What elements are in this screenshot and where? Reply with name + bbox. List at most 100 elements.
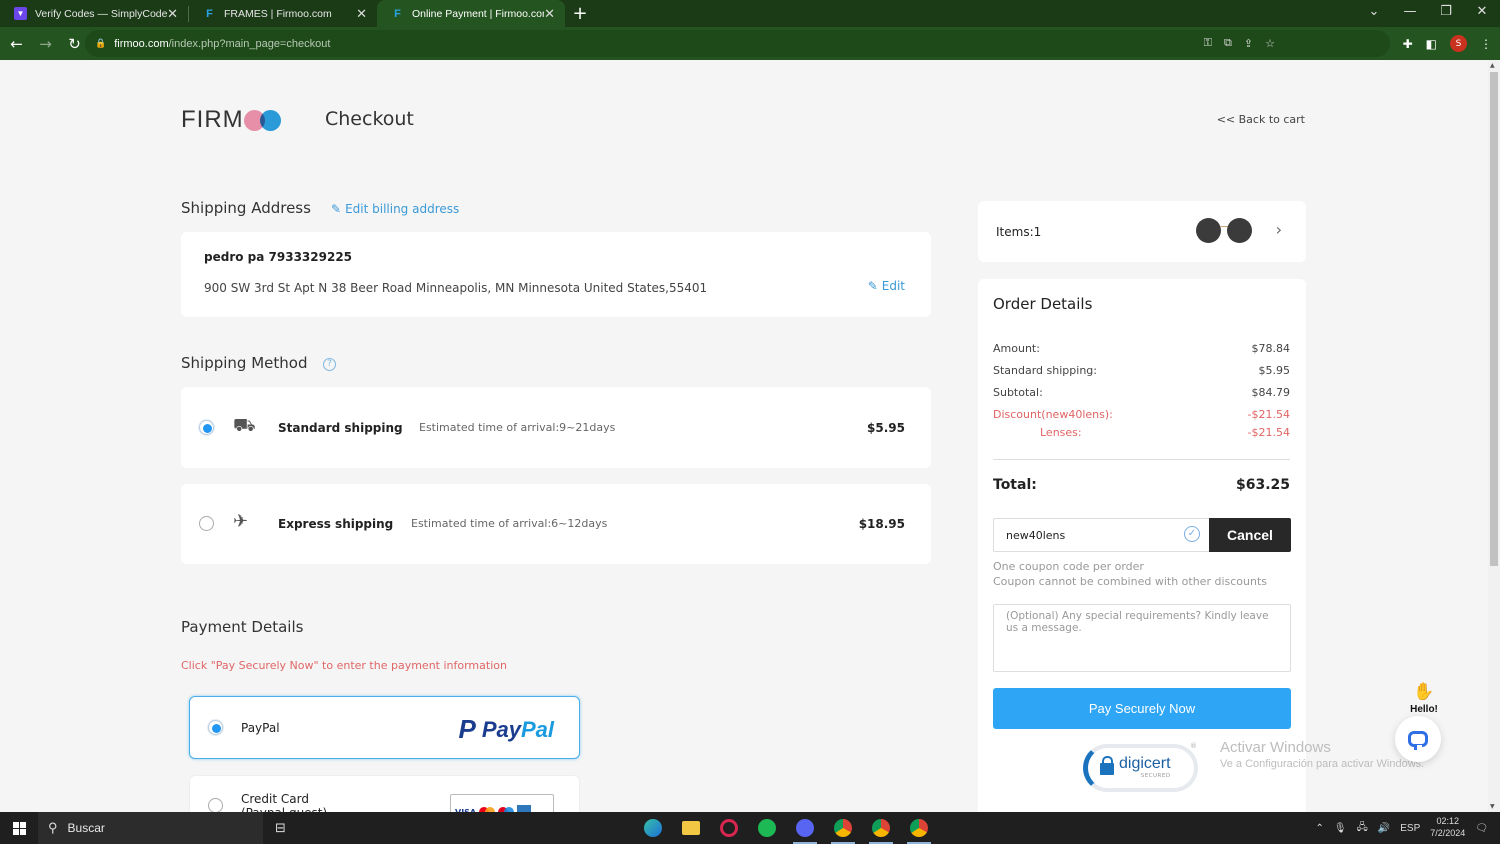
summary-row-lenses: Lenses: -$21.54 xyxy=(993,426,1290,439)
chrome-app-1[interactable] xyxy=(827,812,859,844)
help-icon[interactable]: ? xyxy=(323,358,336,371)
language-indicator[interactable]: ESP xyxy=(1400,823,1420,834)
tab-online-payment[interactable]: F Online Payment | Firmoo.com ✕ xyxy=(377,0,565,27)
page-title: Checkout xyxy=(325,108,414,130)
edge-app[interactable] xyxy=(637,812,669,844)
notifications-icon[interactable]: 🗨 xyxy=(1475,823,1488,834)
row-label: Standard shipping: xyxy=(993,364,1097,377)
chat-greeting: ✋ Hello! xyxy=(1404,682,1444,715)
firmoo-logo[interactable]: FIRM xyxy=(181,106,281,134)
close-tab-icon[interactable]: ✕ xyxy=(544,6,555,22)
volume-icon[interactable]: 🔊 xyxy=(1378,823,1390,834)
registered-icon: ® xyxy=(1190,742,1197,750)
standard-shipping-radio[interactable] xyxy=(199,420,214,435)
forward-icon[interactable]: → xyxy=(33,35,58,53)
extensions-icon[interactable]: ✚ xyxy=(1403,37,1413,51)
lens-right xyxy=(1227,218,1252,243)
tab-frames[interactable]: F FRAMES | Firmoo.com ✕ xyxy=(189,0,377,27)
share-icon[interactable]: ⇪ xyxy=(1244,37,1253,50)
chrome-icon xyxy=(872,819,890,837)
shipping-option-express[interactable]: ✈ Express shipping Estimated time of arr… xyxy=(181,484,931,564)
close-window-button[interactable]: ✕ xyxy=(1464,0,1500,27)
items-card[interactable]: Items:1 › xyxy=(978,201,1306,262)
file-explorer-app[interactable] xyxy=(675,812,707,844)
message-textarea[interactable] xyxy=(993,604,1291,672)
summary-row-shipping: Standard shipping: $5.95 xyxy=(993,364,1290,377)
scrollbar-thumb[interactable] xyxy=(1490,72,1498,566)
tab-simplycodes[interactable]: ▼ Verify Codes — SimplyCodes ✕ xyxy=(0,0,188,27)
chat-launcher-button[interactable] xyxy=(1395,716,1441,762)
scroll-up-arrow[interactable]: ▲ xyxy=(1490,62,1495,69)
profile-avatar[interactable]: S xyxy=(1450,35,1467,52)
clock[interactable]: 02:12 7/2/2024 xyxy=(1430,816,1465,839)
side-panel-icon[interactable]: ◧ xyxy=(1426,37,1437,51)
discord-app[interactable] xyxy=(789,812,821,844)
edit-billing-address-link[interactable]: ✎ Edit billing address xyxy=(331,202,459,216)
chevron-right-icon[interactable]: › xyxy=(1276,220,1282,239)
shipping-address-title: Shipping Address xyxy=(181,199,311,217)
menu-icon[interactable]: ⋮ xyxy=(1480,37,1492,51)
items-count: Items:1 xyxy=(996,225,1042,239)
edge-icon xyxy=(644,819,662,837)
payment-option-paypal[interactable]: PayPal P PayPal xyxy=(189,696,580,759)
pay-securely-now-button[interactable]: Pay Securely Now xyxy=(993,688,1291,729)
chrome-app-2[interactable] xyxy=(865,812,897,844)
clock-time: 02:12 xyxy=(1436,816,1460,827)
translate-icon[interactable]: ⧉ xyxy=(1224,37,1232,50)
express-shipping-radio[interactable] xyxy=(199,516,214,531)
taskbar-search[interactable]: ⚲ Buscar xyxy=(38,812,263,844)
back-to-cart-link[interactable]: << Back to cart xyxy=(1217,113,1305,126)
network-icon[interactable]: 🖧 xyxy=(1357,820,1368,837)
address-card: pedro pa 7933329225 900 SW 3rd St Apt N … xyxy=(181,232,931,317)
task-view-icon[interactable]: ⊟ xyxy=(275,821,286,836)
payment-hint: Click "Pay Securely Now" to enter the pa… xyxy=(181,659,507,672)
row-value: -$21.54 xyxy=(1247,408,1290,421)
new-tab-button[interactable]: + xyxy=(565,0,595,27)
cancel-coupon-button[interactable]: Cancel xyxy=(1209,518,1291,552)
row-value: -$21.54 xyxy=(1247,426,1290,439)
address-bar[interactable]: 🔒 firmoo.com/index.php?main_page=checkou… xyxy=(85,30,1390,57)
shipping-option-standard[interactable]: ⛟ Standard shipping Estimated time of ar… xyxy=(181,387,931,468)
opera-app[interactable] xyxy=(713,812,745,844)
spotify-app[interactable] xyxy=(751,812,783,844)
total-row: Total: $63.25 xyxy=(993,477,1290,493)
microphone-icon[interactable]: 🎙 xyxy=(1334,823,1347,834)
row-label: Amount: xyxy=(993,342,1040,355)
minimize-button[interactable]: — xyxy=(1392,0,1428,27)
opera-icon xyxy=(720,819,738,837)
paypal-radio[interactable] xyxy=(208,720,223,735)
coupon-note-2: Coupon cannot be combined with other dis… xyxy=(993,575,1268,588)
page-scrollbar[interactable]: ▲ ▼ xyxy=(1488,60,1500,812)
credit-card-radio[interactable] xyxy=(208,798,223,812)
show-hidden-icons[interactable]: ⌃ xyxy=(1316,823,1324,834)
payment-option-name: Credit Card (Paypal guest) xyxy=(241,792,327,812)
chrome-app-3[interactable] xyxy=(903,812,935,844)
reload-icon[interactable]: ↻ xyxy=(62,35,87,53)
back-icon[interactable]: ← xyxy=(4,35,29,53)
coupon-input[interactable] xyxy=(993,518,1209,552)
search-icon: ⚲ xyxy=(48,820,58,835)
windows-activation-watermark: Activar Windows Ve a Configuración para … xyxy=(1220,740,1424,770)
watermark-title: Activar Windows xyxy=(1220,739,1331,756)
shipping-option-name: Standard shipping xyxy=(278,421,403,435)
digicert-seal[interactable]: digicert SECURED xyxy=(1083,744,1198,792)
scroll-down-arrow[interactable]: ▼ xyxy=(1490,803,1495,810)
payment-option-credit-card[interactable]: Credit Card (Paypal guest) VISA xyxy=(189,775,580,812)
summary-row-amount: Amount: $78.84 xyxy=(993,342,1290,355)
lock-icon[interactable]: 🔒 xyxy=(95,38,106,49)
lens-left xyxy=(1196,218,1221,243)
key-icon[interactable]: ⚿ xyxy=(1204,37,1212,50)
start-button[interactable] xyxy=(0,812,38,844)
tab-search-icon[interactable]: ⌄ xyxy=(1356,0,1392,27)
amex-icon xyxy=(517,805,532,812)
star-icon[interactable]: ☆ xyxy=(1265,37,1275,50)
shipping-option-name: Express shipping xyxy=(278,517,394,531)
waving-hand-icon: ✋ xyxy=(1413,682,1435,702)
close-tab-icon[interactable]: ✕ xyxy=(356,6,367,22)
total-value: $63.25 xyxy=(1235,477,1290,493)
tab-title: Verify Codes — SimplyCodes xyxy=(35,7,168,20)
restore-button[interactable]: ❐ xyxy=(1428,0,1464,27)
close-tab-icon[interactable]: ✕ xyxy=(167,6,178,22)
url-domain: firmoo.com xyxy=(114,37,169,50)
edit-address-link[interactable]: ✎ Edit xyxy=(868,279,905,293)
